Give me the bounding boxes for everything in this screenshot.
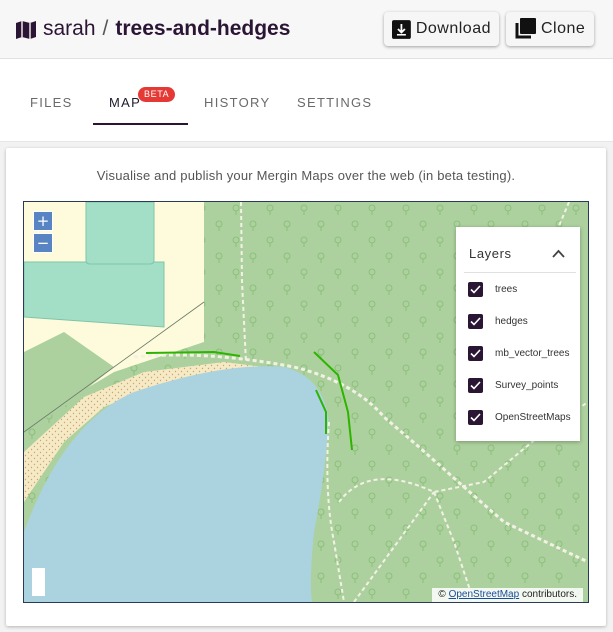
layer-label: mb_vector_trees [495, 347, 570, 359]
scale-line [32, 568, 45, 596]
layers-title: Layers [469, 246, 512, 261]
active-tab-indicator [93, 123, 188, 125]
breadcrumb-separator: / [102, 17, 109, 40]
layer-checkbox[interactable] [468, 345, 483, 361]
map-card: Visualise and publish your Mergin Maps o… [6, 148, 606, 626]
check-icon [470, 284, 481, 294]
tab-files[interactable]: FILES [30, 95, 73, 110]
clone-label: Clone [541, 20, 586, 37]
layers-divider [464, 272, 576, 273]
clone-icon [515, 18, 536, 39]
zoom-in-button[interactable]: + [33, 211, 53, 231]
layer-label: OpenStreetMaps [495, 411, 571, 423]
layer-item-survey-points[interactable]: Survey_points [468, 376, 558, 394]
map-icon [16, 21, 36, 39]
attribution-suffix: contributors. [521, 589, 577, 600]
layer-checkbox[interactable] [468, 409, 483, 425]
chevron-up-icon[interactable] [552, 249, 565, 258]
project-header: sarah / trees-and-hedges Download Clone [0, 0, 613, 59]
layer-item-hedges[interactable]: hedges [468, 312, 528, 330]
layer-item-mb-vector-trees[interactable]: mb_vector_trees [468, 344, 569, 362]
check-icon [470, 412, 481, 422]
check-icon [470, 316, 481, 326]
clone-button[interactable]: Clone [506, 12, 594, 46]
map-intro-text: Visualise and publish your Mergin Maps o… [96, 168, 516, 183]
map-attribution: © OpenStreetMap contributors. [432, 588, 583, 602]
breadcrumb: sarah / trees-and-hedges [43, 15, 290, 43]
owner-link[interactable]: sarah [43, 17, 96, 40]
layer-label: hedges [495, 315, 528, 327]
download-label: Download [415, 20, 491, 37]
layer-checkbox[interactable] [468, 377, 483, 393]
layer-checkbox[interactable] [468, 313, 483, 329]
layer-label: trees [495, 283, 518, 295]
project-name[interactable]: trees-and-hedges [115, 17, 290, 40]
layers-panel: Layers trees hedges mb_vector_trees Surv… [456, 227, 580, 441]
tab-bar: FILES MAP BETA HISTORY SETTINGS [0, 59, 613, 142]
layer-item-openstreetmaps[interactable]: OpenStreetMaps [468, 408, 571, 426]
openstreetmap-link[interactable]: OpenStreetMap [449, 589, 520, 600]
copyright-symbol: © [438, 589, 446, 600]
download-icon [392, 19, 411, 39]
tab-settings[interactable]: SETTINGS [297, 95, 372, 110]
check-icon [470, 348, 481, 358]
zoom-out-button[interactable]: − [33, 233, 53, 253]
tab-history[interactable]: HISTORY [204, 95, 270, 110]
zoom-controls: + − [33, 211, 53, 253]
beta-badge: BETA [138, 87, 176, 102]
tab-map[interactable]: MAP [109, 95, 141, 110]
check-icon [470, 380, 481, 390]
download-button[interactable]: Download [384, 12, 499, 46]
web-map[interactable]: + − Layers trees hedges mb_vector_trees [23, 201, 589, 603]
layer-checkbox[interactable] [468, 281, 483, 297]
layer-label: Survey_points [495, 379, 559, 391]
layer-item-trees[interactable]: trees [468, 280, 517, 298]
